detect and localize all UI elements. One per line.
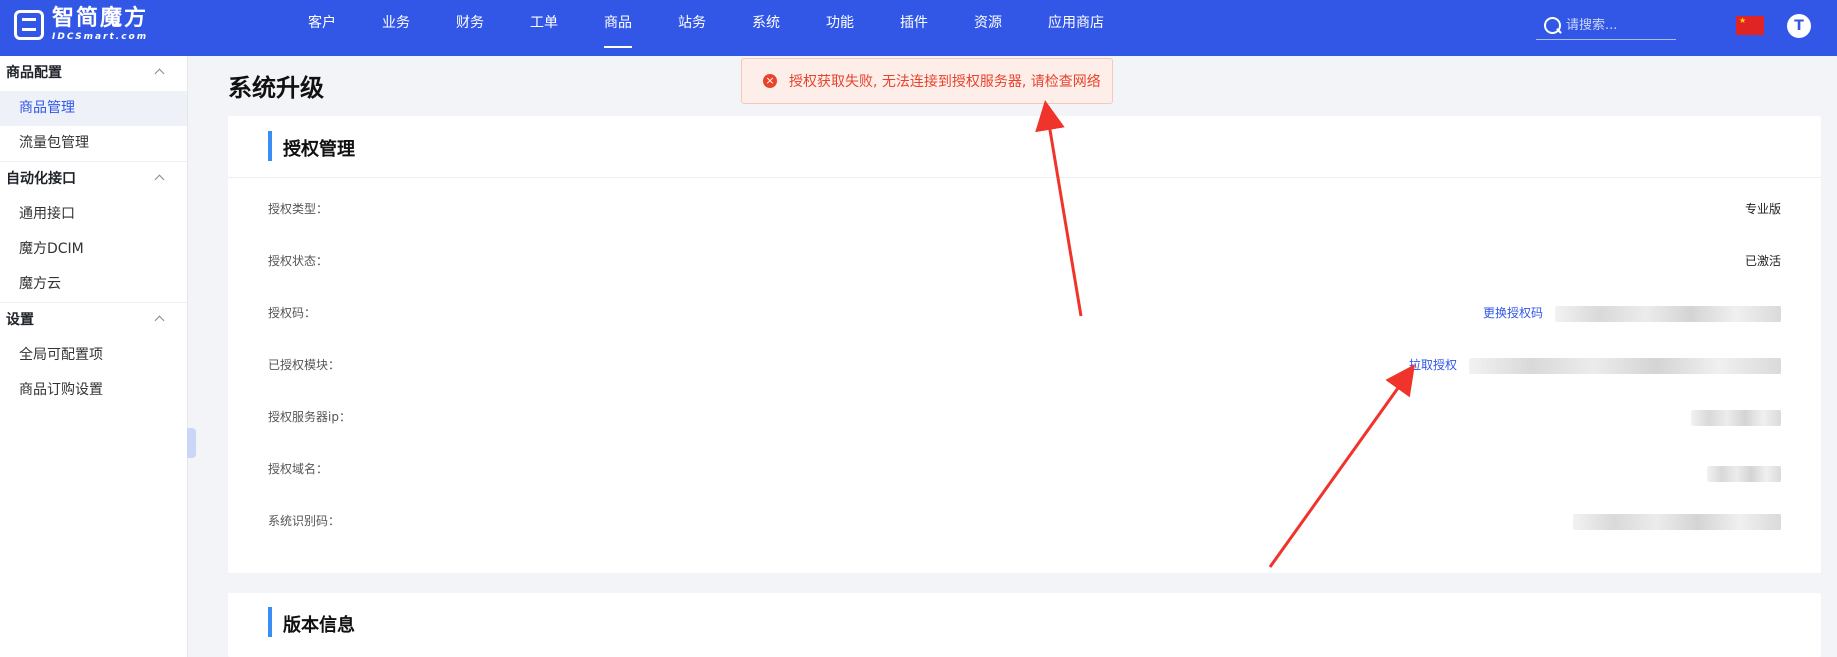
- sidebar-group-title[interactable]: 设置: [0, 303, 187, 338]
- nav-item-app-store[interactable]: 应用商店: [1025, 0, 1127, 56]
- cn-flag-icon[interactable]: ★: [1736, 16, 1764, 35]
- license-code-label: 授权码：: [268, 306, 317, 320]
- sidebar-group-automation: 自动化接口 通用接口 魔方DCIM 魔方云: [0, 162, 187, 303]
- nav-item-system[interactable]: 系统: [729, 0, 803, 56]
- license-type-value: 专业版: [1744, 202, 1781, 216]
- license-domain-label: 授权域名：: [268, 462, 329, 476]
- sidebar-item-product-management[interactable]: 商品管理: [0, 91, 187, 126]
- chevron-up-icon: [154, 315, 165, 326]
- licensed-modules-redacted: [1469, 358, 1781, 374]
- sidebar-group-settings: 设置 全局可配置项 商品订购设置: [0, 303, 187, 408]
- error-toast-message: 授权获取失败, 无法连接到授权服务器, 请检查网络: [789, 74, 1101, 90]
- logo-text: 智简魔方 IDCSmart.com: [52, 8, 148, 42]
- license-type-row: 授权类型： 专业版: [268, 200, 1781, 220]
- error-circle-icon: ×: [763, 74, 777, 88]
- search-icon[interactable]: [1544, 16, 1562, 35]
- sidebar-group-title[interactable]: 自动化接口: [0, 162, 187, 197]
- system-id-redacted: [1573, 514, 1781, 530]
- sidebar-item-order-settings[interactable]: 商品订购设置: [0, 373, 187, 408]
- nav-item-plugins[interactable]: 插件: [877, 0, 951, 56]
- flag-star-icon: ★: [1739, 16, 1747, 25]
- license-card-header: 授权管理: [228, 116, 1821, 178]
- sidebar-group-label: 商品配置: [6, 65, 62, 81]
- nav-item-features[interactable]: 功能: [803, 0, 877, 56]
- license-code-row: 授权码： 更换授权码: [268, 304, 1781, 324]
- license-card-title: 授权管理: [283, 139, 355, 160]
- search-box: [1536, 12, 1676, 40]
- sidebar-group-product-config: 商品配置 商品管理 流量包管理: [0, 56, 187, 162]
- logo-icon: [14, 10, 44, 40]
- version-card: 版本信息: [228, 593, 1821, 657]
- system-id-label: 系统识别码：: [268, 514, 341, 528]
- sidebar: 商品配置 商品管理 流量包管理 自动化接口 通用接口 魔方DCIM 魔方云 设置…: [0, 56, 188, 657]
- sidebar-item-traffic-package[interactable]: 流量包管理: [0, 126, 187, 161]
- brand-logo[interactable]: 智简魔方 IDCSmart.com: [14, 8, 148, 42]
- sidebar-item-generic-api[interactable]: 通用接口: [0, 197, 187, 232]
- system-id-row: 系统识别码：: [268, 512, 1781, 532]
- license-domain-redacted: [1707, 466, 1781, 482]
- nav-item-site[interactable]: 站务: [655, 0, 729, 56]
- licensed-modules-row: 已授权模块： 拉取授权: [268, 356, 1781, 376]
- license-server-ip-row: 授权服务器ip：: [268, 408, 1781, 428]
- sidebar-group-title[interactable]: 商品配置: [0, 56, 187, 91]
- chevron-up-icon: [154, 68, 165, 79]
- sidebar-group-label: 设置: [6, 312, 34, 328]
- sidebar-item-global-config[interactable]: 全局可配置项: [0, 338, 187, 373]
- sidebar-item-dcim[interactable]: 魔方DCIM: [0, 232, 187, 267]
- nav-item-finance[interactable]: 财务: [433, 0, 507, 56]
- sidebar-item-cloud[interactable]: 魔方云: [0, 267, 187, 302]
- chevron-up-icon: [154, 174, 165, 185]
- license-status-label: 授权状态：: [268, 254, 329, 268]
- nav-item-resources[interactable]: 资源: [951, 0, 1025, 56]
- section-accent-bar: [268, 607, 272, 637]
- avatar[interactable]: T: [1787, 14, 1811, 38]
- main-nav: 客户 业务 财务 工单 商品 站务 系统 功能 插件 资源 应用商店: [285, 0, 1127, 56]
- license-type-label: 授权类型：: [268, 202, 329, 216]
- nav-item-customers[interactable]: 客户: [285, 0, 359, 56]
- licensed-modules-label: 已授权模块：: [268, 358, 341, 372]
- nav-item-business[interactable]: 业务: [359, 0, 433, 56]
- license-card: 授权管理 授权类型： 专业版 授权状态： 已激活 授权码： 更换授权码 已授权模…: [228, 116, 1821, 573]
- sidebar-collapse-handle[interactable]: [187, 428, 196, 458]
- version-card-header: 版本信息: [228, 593, 1821, 655]
- license-server-ip-label: 授权服务器ip：: [268, 410, 351, 424]
- brand-name-en: IDCSmart.com: [52, 32, 149, 42]
- license-server-ip-redacted: [1691, 410, 1781, 426]
- page-title: 系统升级: [228, 74, 324, 102]
- brand-name-cn: 智简魔方: [52, 6, 149, 31]
- top-navbar: 智简魔方 IDCSmart.com 客户 业务 财务 工单 商品 站务 系统 功…: [0, 0, 1837, 56]
- version-card-title: 版本信息: [283, 615, 355, 636]
- license-domain-row: 授权域名：: [268, 460, 1781, 482]
- change-license-code-link[interactable]: 更换授权码: [1483, 304, 1543, 321]
- nav-item-tickets[interactable]: 工单: [507, 0, 581, 56]
- license-code-redacted: [1555, 306, 1781, 322]
- error-toast: × 授权获取失败, 无法连接到授权服务器, 请检查网络: [741, 58, 1113, 104]
- license-status-row: 授权状态： 已激活: [268, 252, 1781, 272]
- search-input[interactable]: [1566, 18, 1666, 33]
- section-accent-bar: [268, 131, 272, 161]
- license-status-value: 已激活: [1744, 254, 1781, 268]
- sidebar-group-label: 自动化接口: [6, 171, 76, 187]
- pull-license-link[interactable]: 拉取授权: [1409, 356, 1457, 373]
- nav-item-products[interactable]: 商品: [581, 0, 655, 56]
